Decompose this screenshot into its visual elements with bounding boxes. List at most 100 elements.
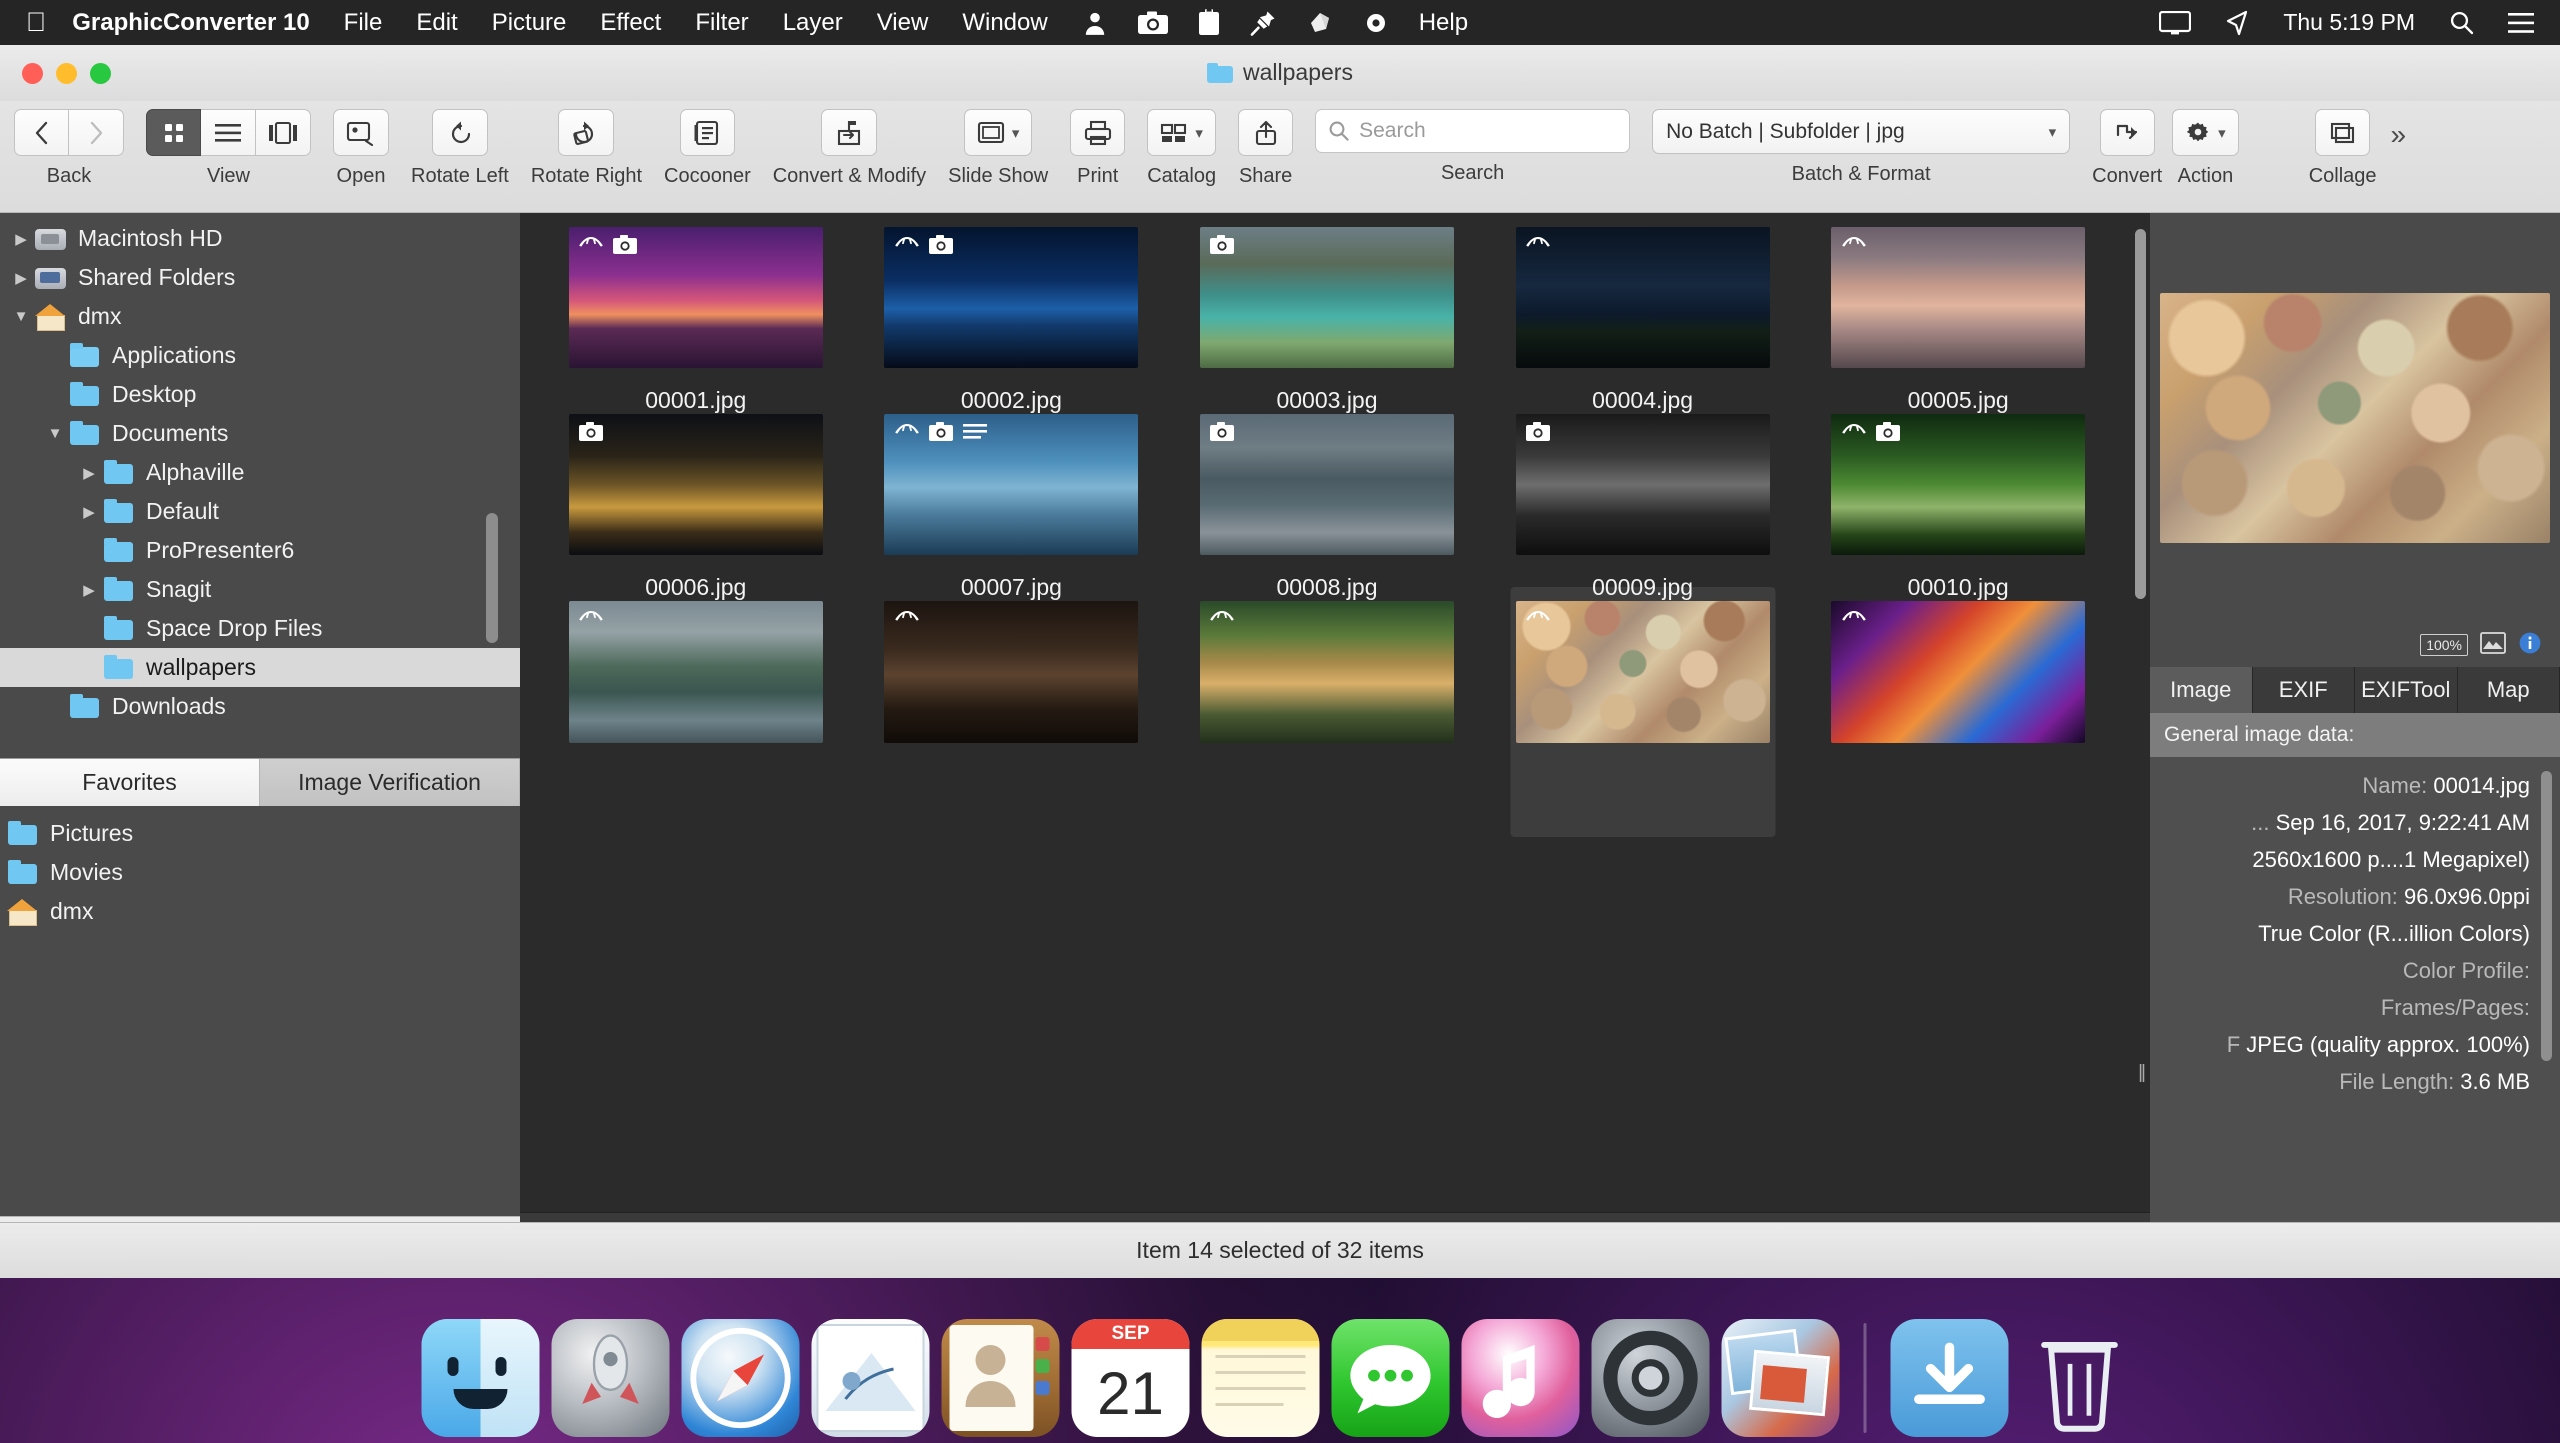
convert-modify-icon[interactable] (821, 109, 878, 156)
info-icon[interactable] (2518, 631, 2542, 660)
trash-icon[interactable] (2021, 1319, 2139, 1437)
sidebar-item-macintosh-hd[interactable]: ▶ Macintosh HD (0, 219, 520, 258)
catalog-icon[interactable]: ▾ (1147, 109, 1216, 156)
system-preferences-icon[interactable] (1591, 1319, 1710, 1437)
thumbnail-cell[interactable] (538, 601, 854, 788)
thumbnail-cell[interactable]: 00002.jpg (854, 227, 1170, 414)
dock-item-launchpad[interactable] (551, 1319, 670, 1437)
dock-item-itunes[interactable] (1461, 1319, 1580, 1437)
thumbnail-cell[interactable]: 00009.jpg (1485, 414, 1801, 601)
tab-exif[interactable]: EXIF (2252, 667, 2355, 713)
thumbnail-image[interactable] (884, 414, 1139, 555)
menu-item-help[interactable]: Help (1419, 9, 1468, 37)
dock-item-graphicconverter[interactable] (1721, 1319, 1840, 1437)
tab-map[interactable]: Map (2457, 667, 2560, 713)
disclosure-triangle-expanded-icon[interactable]: ▼ (8, 308, 34, 325)
favorite-item-movies[interactable]: Movies (0, 853, 520, 892)
tab-image-verification[interactable]: Image Verification (260, 759, 520, 806)
thumbnail-cell[interactable]: 00003.jpg (1169, 227, 1485, 414)
thumbnail-image[interactable] (1831, 601, 2086, 743)
disclosure-triangle-collapsed-icon[interactable]: ▶ (76, 581, 102, 599)
convert-icon[interactable] (2099, 109, 2155, 156)
contacts-icon[interactable] (941, 1319, 1060, 1437)
tab-exiftool[interactable]: EXIFTool (2355, 667, 2458, 713)
menu-item-window[interactable]: Window (962, 9, 1047, 37)
sidebar-scrollbar[interactable] (486, 513, 498, 643)
camera-icon[interactable] (1137, 11, 1168, 35)
search-input[interactable]: Search (1315, 109, 1631, 153)
dock-item-notes[interactable] (1201, 1319, 1320, 1437)
thumbnail-image[interactable] (1515, 227, 1770, 368)
menu-item-picture[interactable]: Picture (492, 9, 567, 37)
menu-item-file[interactable]: File (344, 9, 383, 37)
thumbnail-cell[interactable] (1800, 601, 2116, 788)
double-chevron-right-icon[interactable]: » (2391, 119, 2407, 151)
chevron-down-icon[interactable]: ▾ (2049, 123, 2057, 141)
sidebar-item-dmx[interactable]: ▼ dmx (0, 297, 520, 336)
launchpad-icon[interactable] (551, 1319, 670, 1437)
dock-item-downloads-stack[interactable] (1890, 1319, 2009, 1437)
rotate-right-icon[interactable] (558, 109, 615, 156)
thumbnail-cell[interactable]: 00004.jpg (1485, 227, 1801, 414)
thumbnail-image[interactable] (568, 414, 823, 555)
printer-icon[interactable] (1070, 109, 1126, 156)
mail-icon[interactable] (811, 1319, 930, 1437)
rotate-left-icon[interactable] (431, 109, 488, 156)
forward-button[interactable] (69, 109, 124, 156)
back-button[interactable] (14, 109, 69, 156)
tab-image[interactable]: Image (2150, 667, 2253, 713)
apple-icon[interactable]:  (26, 9, 46, 36)
slideshow-icon[interactable]: ▾ (963, 109, 1033, 156)
sidebar-item-applications[interactable]: ▶ Applications (0, 336, 520, 375)
sidebar-item-space-drop-files[interactable]: ▶ Space Drop Files (0, 609, 520, 648)
sidebar-item-alphaville[interactable]: ▶ Alphaville (0, 453, 520, 492)
thumbnail-image[interactable] (568, 227, 823, 368)
thumbnail-image[interactable] (1199, 414, 1454, 555)
favorite-item-pictures[interactable]: Pictures (0, 814, 520, 853)
toolbar-overflow[interactable]: » (2377, 101, 2407, 151)
dock-item-mail[interactable] (811, 1319, 930, 1437)
dock-item-messages[interactable] (1331, 1319, 1450, 1437)
favorite-item-dmx[interactable]: dmx (0, 892, 520, 931)
thumbnail-cell[interactable]: 00007.jpg (854, 414, 1170, 601)
disclosure-triangle-expanded-icon[interactable]: ▼ (42, 425, 68, 442)
finder-icon[interactable] (421, 1319, 540, 1437)
thumbnail-cell[interactable] (854, 601, 1170, 788)
filmstrip-view-icon[interactable] (256, 109, 311, 156)
pushpin-icon[interactable] (1250, 9, 1277, 36)
menu-item-edit[interactable]: Edit (416, 9, 457, 37)
thumbnail-image[interactable] (884, 227, 1139, 368)
thumbnail-cell[interactable] (1485, 587, 1801, 837)
thumbnail-cell[interactable]: 00001.jpg (538, 227, 854, 414)
chevron-down-icon[interactable]: ▾ (2218, 124, 2226, 142)
graphicconverter-icon[interactable] (1721, 1319, 1840, 1437)
menu-list-icon[interactable] (2508, 12, 2534, 34)
sidebar-item-wallpapers[interactable]: ▶ wallpapers (0, 648, 520, 687)
person-icon[interactable] (1082, 10, 1108, 36)
chevron-down-icon[interactable]: ▾ (1012, 124, 1020, 142)
sidebar-item-shared-folders[interactable]: ▶ Shared Folders (0, 258, 520, 297)
collage-icon[interactable] (2315, 109, 2371, 156)
tab-favorites[interactable]: Favorites (0, 759, 260, 806)
disclosure-triangle-collapsed-icon[interactable]: ▶ (8, 230, 34, 248)
menubar-clock[interactable]: Thu 5:19 PM (2283, 9, 2415, 36)
sidebar-item-snagit[interactable]: ▶ Snagit (0, 570, 520, 609)
open-image-icon[interactable] (333, 109, 389, 156)
thumbnail-image[interactable] (1515, 601, 1770, 743)
browser-scrollbar[interactable] (2135, 229, 2146, 599)
menu-item-view[interactable]: View (877, 9, 929, 37)
batch-format-dropdown[interactable]: No Batch | Subfolder | jpg ▾ (1652, 109, 2071, 154)
thumbnail-image[interactable] (1515, 414, 1770, 555)
menu-item-layer[interactable]: Layer (783, 9, 843, 37)
dock-item-safari[interactable] (681, 1319, 800, 1437)
thumbnail-image[interactable] (1199, 227, 1454, 368)
menu-item-filter[interactable]: Filter (695, 9, 748, 37)
cocooner-icon[interactable] (679, 109, 735, 156)
downloads-stack-icon[interactable] (1890, 1319, 2009, 1437)
thumbnail-image[interactable] (1831, 227, 2086, 368)
thumbnail-image[interactable] (568, 601, 823, 743)
preview-image[interactable] (2160, 293, 2550, 543)
sidebar-item-documents[interactable]: ▼ Documents (0, 414, 520, 453)
notes-icon[interactable] (1201, 1319, 1320, 1437)
chevron-down-icon[interactable]: ▾ (1195, 124, 1203, 142)
